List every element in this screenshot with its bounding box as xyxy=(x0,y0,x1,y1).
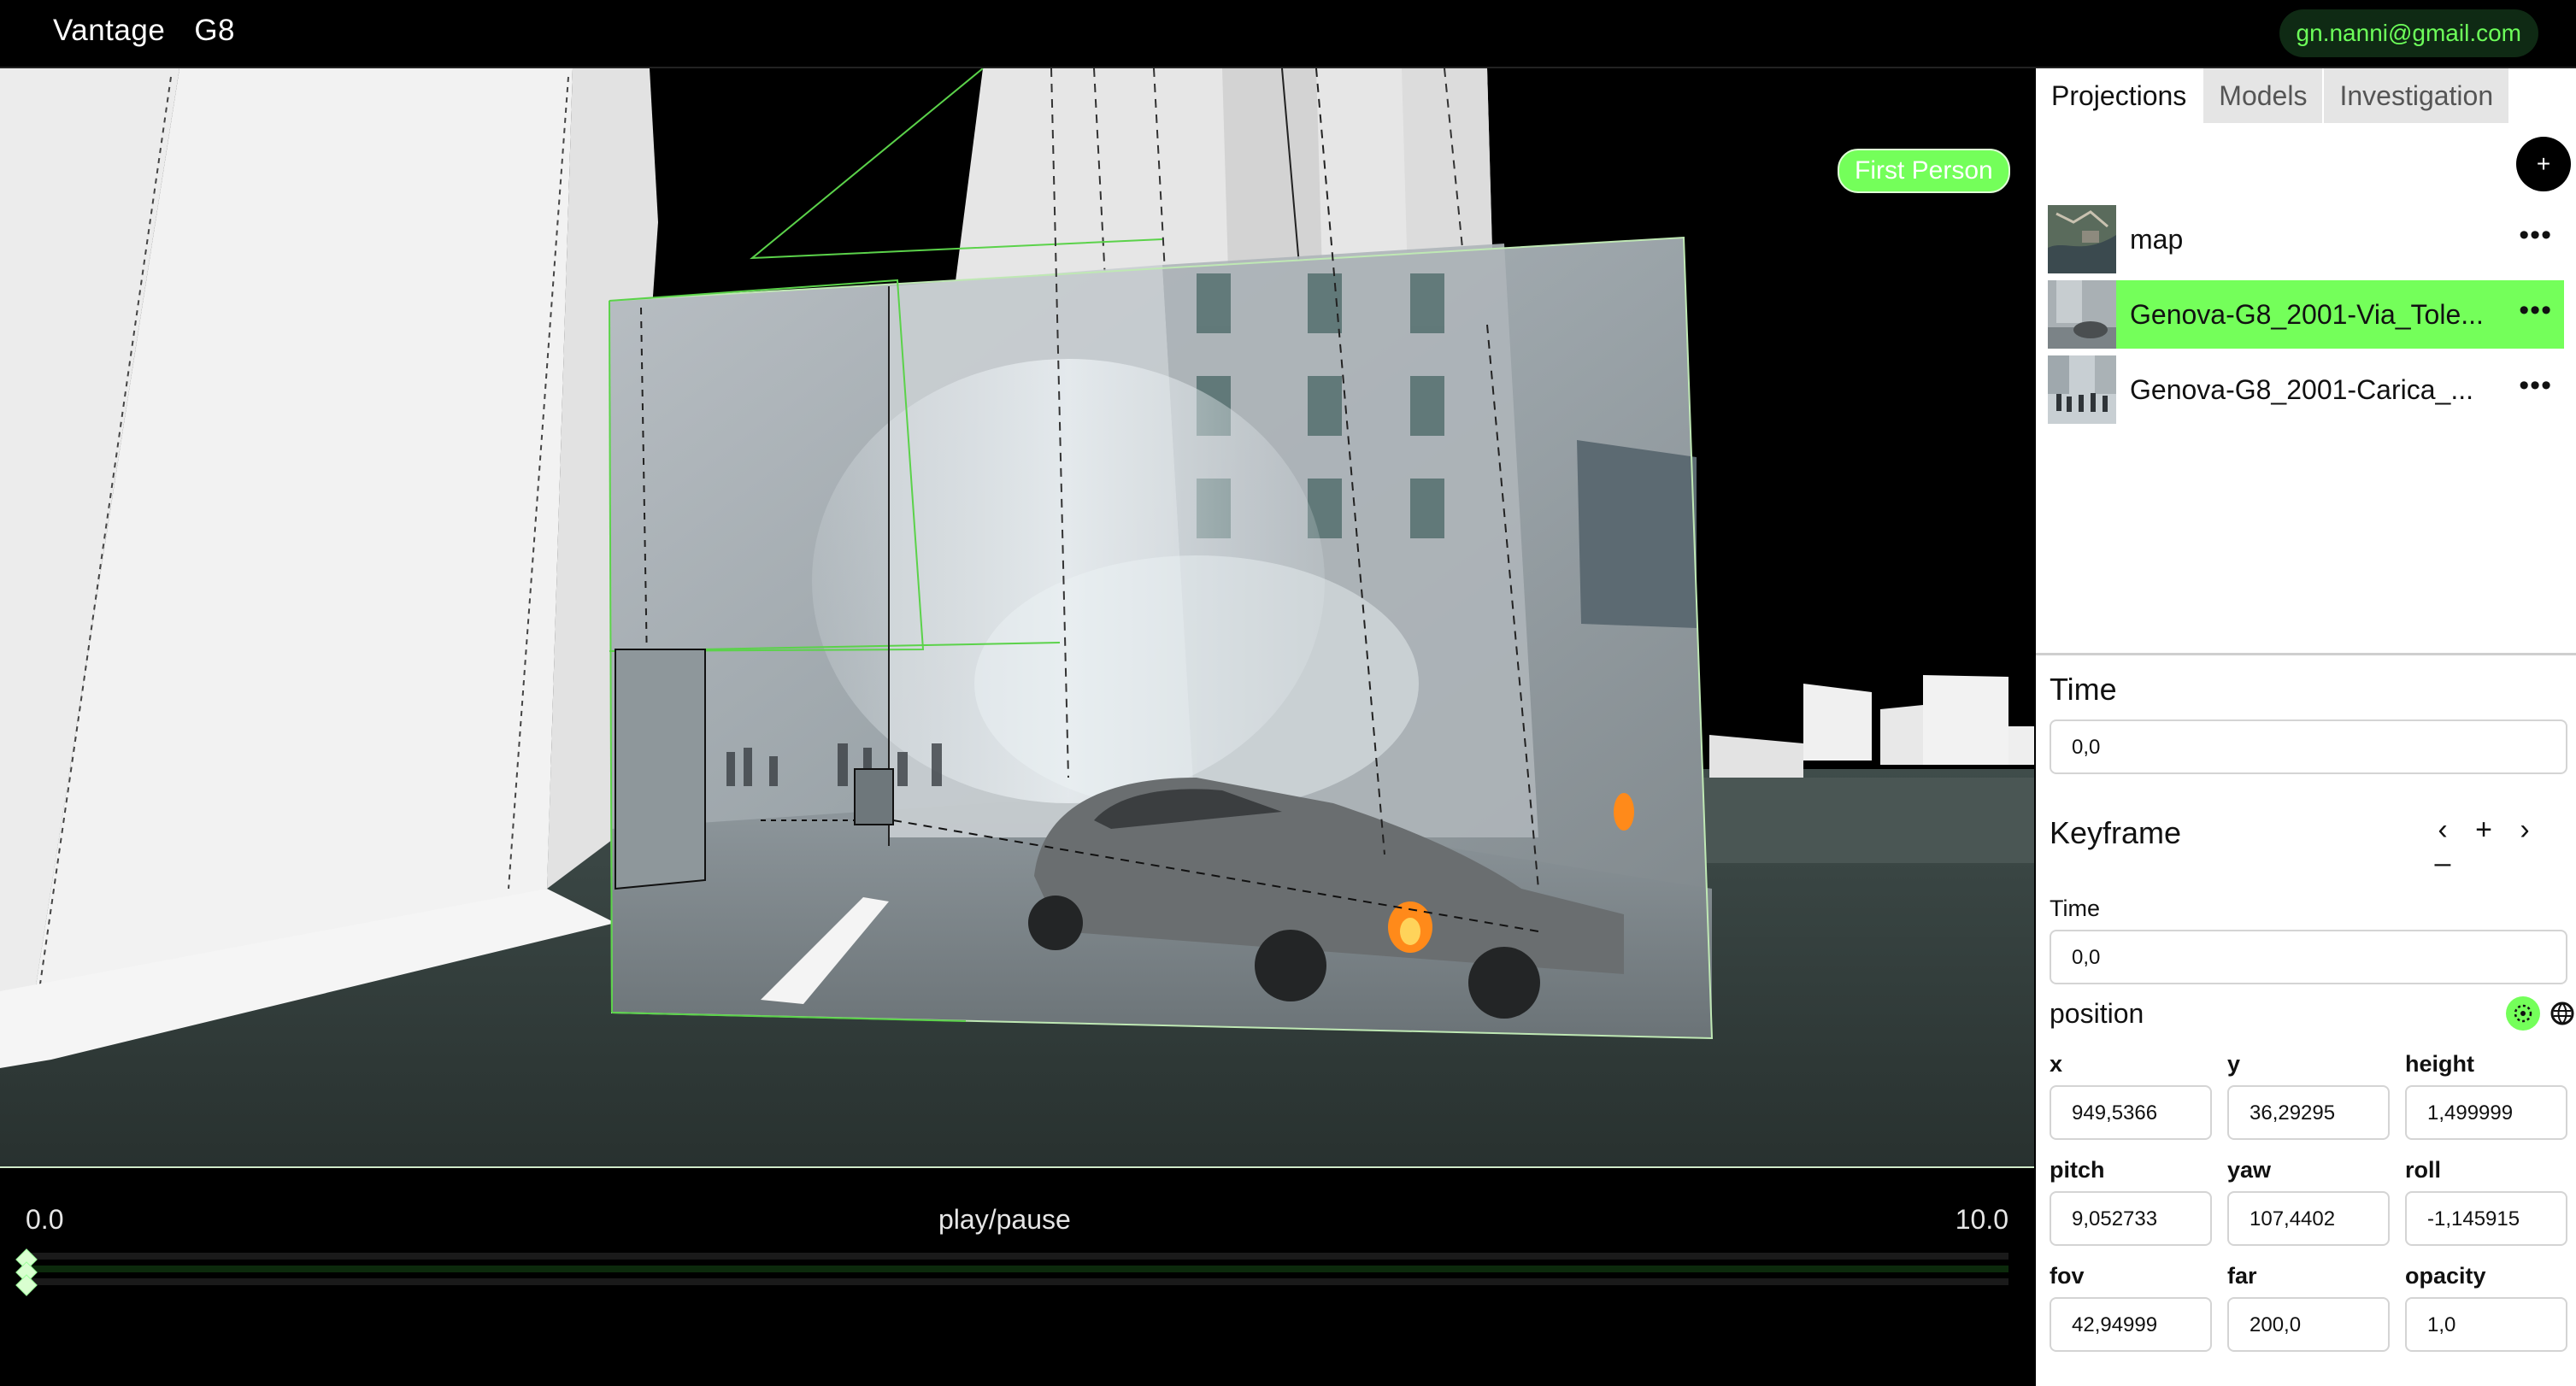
panel-divider xyxy=(2036,653,2576,655)
yaw-input[interactable]: 107,4402 xyxy=(2227,1191,2390,1246)
globe-icon[interactable] xyxy=(2545,996,2576,1031)
next-keyframe-icon[interactable]: › xyxy=(2504,813,2545,847)
keyframe-title: Keyframe xyxy=(2050,815,2182,850)
projection-name: Genova-G8_2001-Via_Tole... xyxy=(2130,299,2484,330)
project-name[interactable]: G8 xyxy=(194,14,235,47)
3d-viewport[interactable]: First Person xyxy=(0,68,2034,1168)
fov-input[interactable]: 42,94999 xyxy=(2050,1297,2212,1352)
opacity-input[interactable]: 1,0 xyxy=(2405,1297,2567,1352)
more-options-icon[interactable]: ••• xyxy=(2519,280,2552,340)
more-options-icon[interactable]: ••• xyxy=(2519,205,2552,265)
first-person-toggle[interactable]: First Person xyxy=(1838,149,2010,193)
time-input[interactable]: 0,0 xyxy=(2050,719,2567,774)
projection-name: Genova-G8_2001-Carica_... xyxy=(2130,374,2473,405)
side-panel: Projections Models Investigation + map •… xyxy=(2036,68,2576,1386)
timeline-track[interactable] xyxy=(26,1253,2008,1260)
distant-building xyxy=(2008,726,2034,765)
timeline-track[interactable] xyxy=(26,1278,2008,1285)
x-label: x xyxy=(2050,1051,2063,1077)
roll-input[interactable]: -1,145915 xyxy=(2405,1191,2567,1246)
y-input[interactable]: 36,29295 xyxy=(2227,1085,2390,1140)
user-account-badge[interactable]: gn.nanni@gmail.com xyxy=(2279,9,2538,57)
horizon xyxy=(1701,778,2034,863)
panel-tabs: Projections Models Investigation xyxy=(2036,68,2576,123)
distant-building xyxy=(1803,684,1872,761)
pitch-label: pitch xyxy=(2050,1157,2105,1183)
tab-projections[interactable]: Projections xyxy=(2036,68,2203,123)
list-item[interactable]: map ••• xyxy=(2048,205,2564,273)
play-pause-button[interactable]: play/pause xyxy=(938,1204,1071,1236)
more-options-icon[interactable]: ••• xyxy=(2519,355,2552,415)
list-item[interactable]: Genova-G8_2001-Carica_... ••• xyxy=(2048,355,2564,424)
prev-keyframe-icon[interactable]: ‹ xyxy=(2422,813,2463,847)
pitch-input[interactable]: 9,052733 xyxy=(2050,1191,2212,1246)
scene-render xyxy=(0,68,2034,1168)
timeline: 0.0 play/pause 10.0 xyxy=(0,1170,2034,1386)
time-section-title: Time xyxy=(2050,672,2117,707)
position-label: position xyxy=(2050,998,2144,1029)
add-keyframe-icon[interactable]: + xyxy=(2463,813,2504,847)
fov-label: fov xyxy=(2050,1263,2085,1289)
map-thumbnail xyxy=(2048,205,2116,273)
projection-list: map ••• Genova-G8_2001-Via_Tole... ••• G… xyxy=(2048,205,2564,431)
y-label: y xyxy=(2227,1051,2241,1077)
timeline-start: 0.0 xyxy=(26,1204,64,1235)
photo-thumbnail xyxy=(2048,280,2116,349)
height-input[interactable]: 1,499999 xyxy=(2405,1085,2567,1140)
list-item-selected[interactable]: Genova-G8_2001-Via_Tole... ••• xyxy=(2048,280,2564,349)
top-bar: Vantage G8 gn.nanni@gmail.com xyxy=(0,0,2576,68)
far-label: far xyxy=(2227,1263,2257,1289)
height-label: height xyxy=(2405,1051,2474,1077)
tab-investigation[interactable]: Investigation xyxy=(2322,68,2509,123)
tab-models[interactable]: Models xyxy=(2202,68,2323,123)
distant-building xyxy=(1709,735,1803,778)
far-input[interactable]: 200,0 xyxy=(2227,1297,2390,1352)
yaw-label: yaw xyxy=(2227,1157,2272,1183)
timeline-end: 10.0 xyxy=(1955,1204,2008,1235)
move-icon[interactable] xyxy=(2506,996,2540,1031)
brand: Vantage G8 xyxy=(53,14,264,48)
remove-keyframe-icon[interactable]: – xyxy=(2422,847,2463,880)
add-projection-button[interactable]: + xyxy=(2516,137,2571,191)
distant-building xyxy=(1880,705,1923,765)
roll-label: roll xyxy=(2405,1157,2442,1183)
keyframe-time-input[interactable]: 0,0 xyxy=(2050,930,2567,984)
keyframe-time-label: Time xyxy=(2050,896,2100,921)
x-input[interactable]: 949,5366 xyxy=(2050,1085,2212,1140)
app-name: Vantage xyxy=(53,14,166,47)
keyframe-tools: ‹ + › – xyxy=(2422,813,2576,880)
distant-building xyxy=(1923,675,2008,765)
photo-thumbnail xyxy=(2048,355,2116,424)
opacity-label: opacity xyxy=(2405,1263,2486,1289)
projection-name: map xyxy=(2130,224,2184,255)
timeline-track-keyframes[interactable] xyxy=(26,1266,2008,1272)
